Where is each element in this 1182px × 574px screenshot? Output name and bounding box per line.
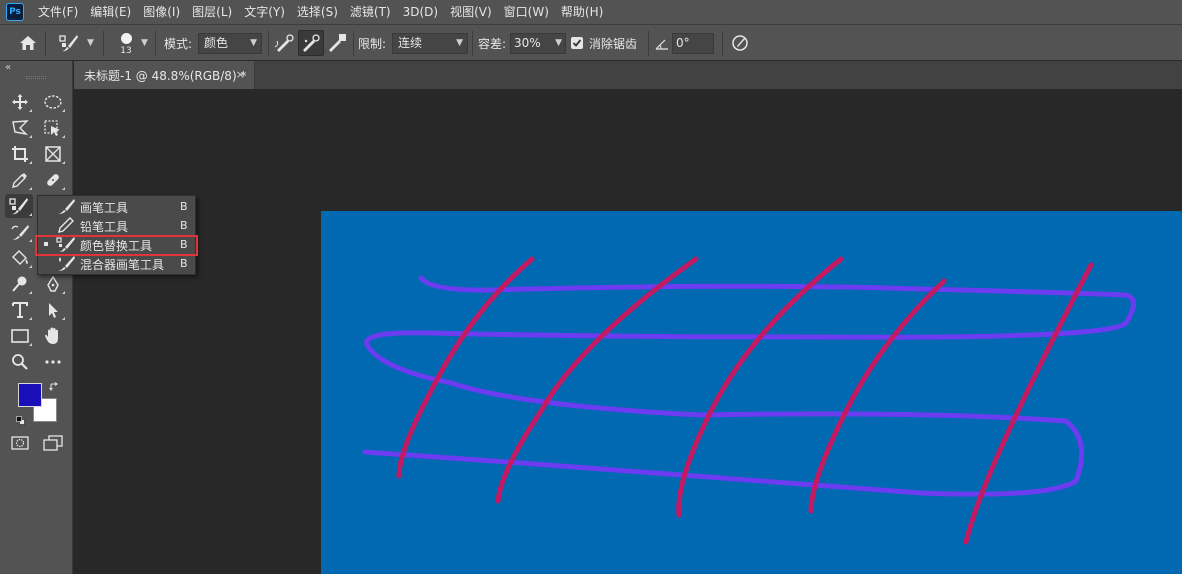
- panel-grip[interactable]: [26, 76, 46, 79]
- menu-select[interactable]: 选择(S): [291, 0, 344, 24]
- object-selection-tool-icon[interactable]: [40, 116, 66, 140]
- brush-size-picker[interactable]: 13: [113, 25, 139, 62]
- separator: [472, 31, 473, 56]
- history-brush-tool-icon[interactable]: [7, 220, 33, 244]
- healing-brush-tool-icon[interactable]: [40, 168, 66, 192]
- flyout-item-label: 混合器画笔工具: [80, 258, 165, 272]
- tolerance-label: 容差:: [478, 37, 507, 51]
- flyout-item-shortcut: B: [180, 200, 188, 213]
- crop-tool-icon[interactable]: [7, 142, 33, 166]
- menu-3d[interactable]: 3D(D): [397, 0, 444, 24]
- highlight-box: [35, 235, 198, 256]
- brush-size-value: 13: [120, 46, 132, 56]
- pen-tool-icon[interactable]: [40, 272, 66, 296]
- document-canvas[interactable]: [321, 211, 1182, 574]
- antialias-label: 消除锯齿: [589, 37, 638, 51]
- chevron-down-icon[interactable]: ▼: [87, 38, 94, 48]
- swap-colors-icon[interactable]: [49, 381, 59, 395]
- tool-preset-picker-icon[interactable]: [56, 30, 82, 56]
- sampling-continuous-icon[interactable]: [272, 30, 298, 56]
- angle-icon: [655, 25, 669, 62]
- photoshop-logo-icon[interactable]: Ps: [6, 3, 24, 21]
- menu-file[interactable]: 文件(F): [32, 0, 84, 24]
- menu-help[interactable]: 帮助(H): [555, 0, 609, 24]
- home-icon[interactable]: [15, 30, 41, 56]
- elliptical-marquee-tool-icon[interactable]: [40, 90, 66, 114]
- foreground-color-swatch[interactable]: [18, 383, 42, 407]
- quick-mask-icon[interactable]: [11, 436, 29, 453]
- tools-panel: «: [0, 61, 73, 574]
- paint-bucket-tool-icon[interactable]: [7, 246, 33, 270]
- brush-icon: [58, 199, 75, 214]
- menu-filter[interactable]: 滤镜(T): [344, 0, 397, 24]
- flyout-item-shortcut: B: [180, 257, 188, 270]
- chevron-down-icon[interactable]: ▼: [141, 38, 148, 48]
- menu-bar: Ps 文件(F) 编辑(E) 图像(I) 图层(L) 文字(Y) 选择(S) 滤…: [0, 0, 1182, 24]
- limit-label: 限制:: [358, 37, 387, 51]
- separator: [155, 31, 156, 56]
- separator: [45, 31, 46, 56]
- hand-tool-icon[interactable]: [40, 324, 66, 348]
- separator: [353, 31, 354, 56]
- brush-tip-icon: [120, 33, 132, 44]
- menu-edit[interactable]: 编辑(E): [84, 0, 137, 24]
- flyout-item-pencil[interactable]: 铅笔工具 B: [38, 216, 195, 235]
- separator: [103, 31, 104, 56]
- chevron-down-icon: ▼: [250, 38, 257, 48]
- zoom-tool-icon[interactable]: [7, 350, 33, 374]
- menu-type[interactable]: 文字(Y): [238, 0, 291, 24]
- separator: [648, 31, 649, 56]
- pressure-size-icon[interactable]: [727, 30, 753, 56]
- chevron-down-icon: ▼: [456, 38, 463, 48]
- document-tab-title: 未标题-1 @ 48.8%(RGB/8) *: [84, 68, 247, 83]
- flyout-item-label: 铅笔工具: [80, 220, 129, 234]
- separator: [722, 31, 723, 56]
- angle-input[interactable]: 0°: [672, 33, 714, 54]
- pencil-icon: [58, 217, 74, 233]
- path-selection-tool-icon[interactable]: [40, 298, 66, 322]
- chevron-down-icon[interactable]: ▼: [555, 34, 562, 53]
- move-tool-icon[interactable]: [7, 90, 33, 114]
- more-tools-icon[interactable]: [40, 350, 66, 374]
- lasso-tool-icon[interactable]: [7, 116, 33, 140]
- angle-value: 0°: [676, 36, 690, 50]
- flyout-item-shortcut: B: [180, 219, 188, 232]
- flyout-item-mixer-brush[interactable]: 混合器画笔工具 B: [38, 254, 195, 273]
- type-tool-icon[interactable]: [7, 298, 33, 322]
- tolerance-input[interactable]: 30% ▼: [510, 33, 566, 54]
- eyedropper-tool-icon[interactable]: [7, 168, 33, 192]
- flyout-item-label: 画笔工具: [80, 201, 129, 215]
- mode-label: 模式:: [164, 37, 193, 51]
- document-tab-bar: 未标题-1 @ 48.8%(RGB/8) * ×: [74, 61, 1182, 89]
- separator: [268, 31, 269, 56]
- collapse-panel-icon[interactable]: «: [5, 62, 11, 73]
- close-icon[interactable]: ×: [236, 68, 245, 81]
- menu-window[interactable]: 窗口(W): [498, 0, 555, 24]
- limit-select[interactable]: 连续 ▼: [392, 33, 468, 54]
- default-colors-icon[interactable]: [16, 415, 26, 429]
- antialias-checkbox[interactable]: [571, 37, 583, 49]
- mixer-brush-icon: [58, 256, 75, 271]
- limit-select-value: 连续: [398, 36, 423, 50]
- menu-view[interactable]: 视图(V): [444, 0, 498, 24]
- menu-image[interactable]: 图像(I): [137, 0, 186, 24]
- sampling-once-icon[interactable]: [298, 30, 324, 56]
- flyout-item-brush[interactable]: 画笔工具 B: [38, 197, 195, 216]
- document-tab[interactable]: 未标题-1 @ 48.8%(RGB/8) * ×: [74, 61, 255, 89]
- screen-mode-icon[interactable]: [43, 435, 63, 454]
- tolerance-value: 30%: [514, 36, 541, 50]
- dodge-tool-icon[interactable]: [7, 272, 33, 296]
- sampling-background-swatch-icon[interactable]: [324, 30, 350, 56]
- canvas-background: [321, 211, 1182, 574]
- frame-tool-icon[interactable]: [40, 142, 66, 166]
- mode-select[interactable]: 颜色 ▼: [198, 33, 262, 54]
- rectangle-tool-icon[interactable]: [7, 324, 33, 348]
- color-replacement-tool-icon[interactable]: [5, 194, 33, 218]
- mode-select-value: 颜色: [204, 36, 229, 50]
- menu-layer[interactable]: 图层(L): [186, 0, 238, 24]
- options-bar: ▼ 13 ▼ 模式: 颜色 ▼ 限制: 连续 ▼ 容差: 30% ▼ 消除锯齿 …: [0, 24, 1182, 61]
